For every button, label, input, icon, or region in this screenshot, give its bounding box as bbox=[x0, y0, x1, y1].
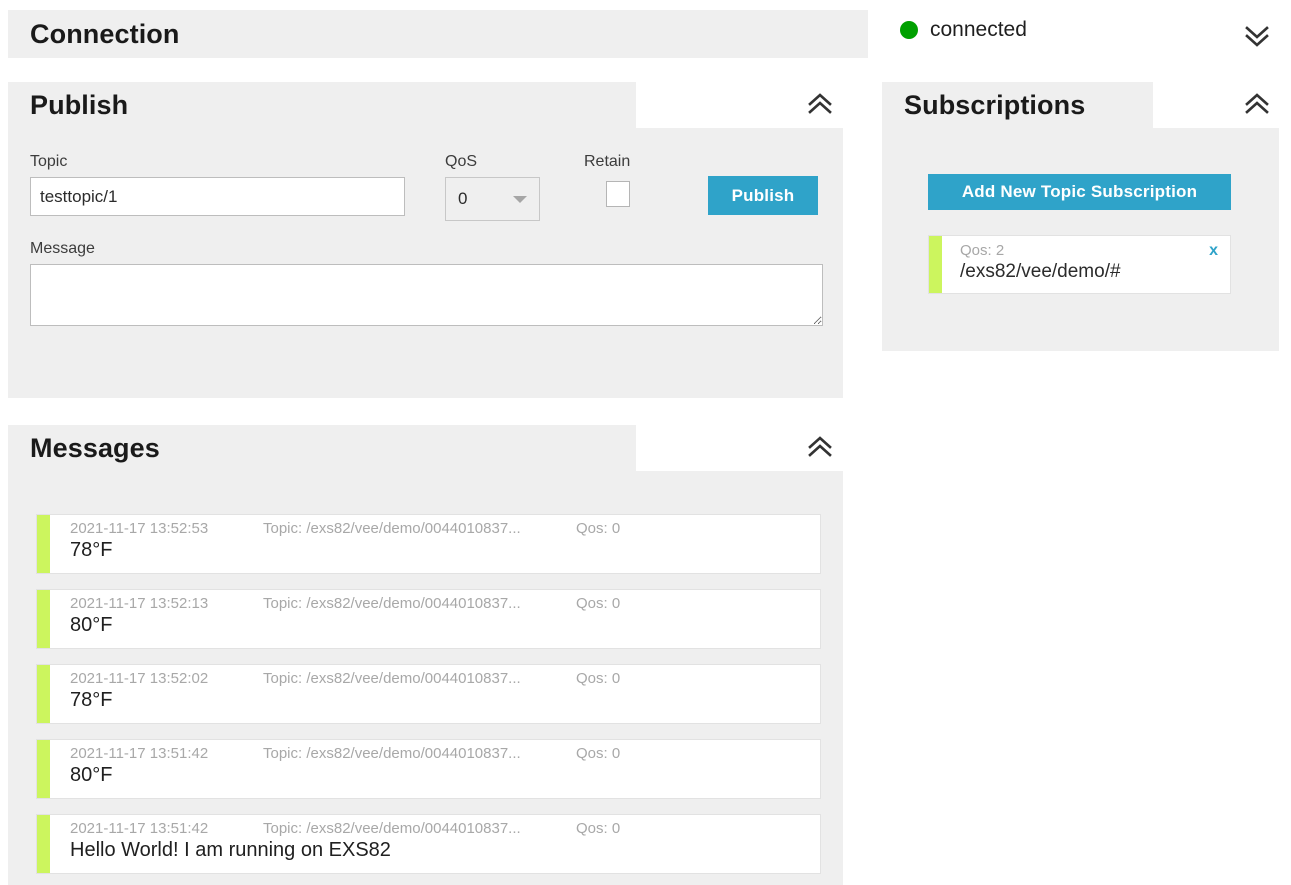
message-meta: 2021-11-17 13:52:02 Topic: /exs82/vee/dem… bbox=[70, 670, 820, 687]
subscription-content: Qos: 2 /exs82/vee/demo/# x bbox=[942, 236, 1230, 293]
publish-button[interactable]: Publish bbox=[708, 176, 818, 215]
subscriptions-panel-body: Add New Topic Subscription Qos: 2 /exs82… bbox=[882, 128, 1279, 351]
qos-field-group: QoS 0 bbox=[445, 153, 540, 221]
connection-expand-toggle[interactable] bbox=[1240, 18, 1274, 52]
publish-panel-body: Topic QoS 0 Retain Publish Message bbox=[8, 128, 843, 398]
chevron-double-up-icon bbox=[1240, 88, 1274, 122]
message-payload: 78°F bbox=[70, 689, 113, 711]
message-accent-bar bbox=[37, 590, 50, 648]
topic-field-group: Topic bbox=[30, 153, 405, 216]
message-topic: Topic: /exs82/vee/demo/0044010837... bbox=[263, 745, 521, 762]
message-topic: Topic: /exs82/vee/demo/0044010837... bbox=[263, 670, 521, 687]
messages-panel-body: 2021-11-17 13:52:53 Topic: /exs82/vee/dem… bbox=[8, 471, 843, 885]
message-content: 2021-11-17 13:51:42 Topic: /exs82/vee/dem… bbox=[50, 740, 820, 798]
message-accent-bar bbox=[37, 515, 50, 573]
message-timestamp: 2021-11-17 13:52:53 bbox=[70, 520, 209, 537]
message-textarea[interactable] bbox=[30, 264, 823, 326]
message-item[interactable]: 2021-11-17 13:52:02 Topic: /exs82/vee/dem… bbox=[36, 664, 821, 724]
subscription-accent-bar bbox=[929, 236, 942, 293]
messages-panel-header[interactable]: Messages bbox=[8, 425, 636, 471]
connection-title: Connection bbox=[30, 18, 180, 49]
message-timestamp: 2021-11-17 13:51:42 bbox=[70, 745, 209, 762]
subscriptions-collapse-toggle[interactable] bbox=[1240, 88, 1274, 122]
message-qos: Qos: 0 bbox=[576, 595, 621, 612]
message-meta: 2021-11-17 13:51:42 Topic: /exs82/vee/dem… bbox=[70, 820, 820, 837]
message-qos: Qos: 0 bbox=[576, 745, 621, 762]
remove-subscription-button[interactable]: x bbox=[1209, 242, 1218, 260]
subscription-topic: /exs82/vee/demo/# bbox=[960, 261, 1121, 282]
message-topic: Topic: /exs82/vee/demo/0044010837... bbox=[263, 820, 521, 837]
subscriptions-panel-header[interactable]: Subscriptions bbox=[882, 82, 1153, 128]
message-label: Message bbox=[30, 240, 95, 257]
chevron-down-icon bbox=[513, 196, 527, 203]
message-meta: 2021-11-17 13:51:42 Topic: /exs82/vee/dem… bbox=[70, 745, 820, 762]
message-timestamp: 2021-11-17 13:52:13 bbox=[70, 595, 209, 612]
topic-input[interactable] bbox=[30, 177, 405, 216]
connection-status-label: connected bbox=[930, 18, 1027, 41]
qos-selected-value: 0 bbox=[458, 189, 468, 208]
retain-field-group: Retain bbox=[584, 153, 630, 207]
publish-title: Publish bbox=[30, 89, 129, 120]
message-meta: 2021-11-17 13:52:53 Topic: /exs82/vee/dem… bbox=[70, 520, 820, 537]
subscription-qos: Qos: 2 bbox=[960, 242, 1005, 259]
subscription-item[interactable]: Qos: 2 /exs82/vee/demo/# x bbox=[928, 235, 1231, 294]
message-timestamp: 2021-11-17 13:52:02 bbox=[70, 670, 209, 687]
status-dot-icon bbox=[900, 21, 918, 39]
message-qos: Qos: 0 bbox=[576, 670, 621, 687]
add-new-topic-subscription-button[interactable]: Add New Topic Subscription bbox=[928, 174, 1231, 210]
message-content: 2021-11-17 13:51:42 Topic: /exs82/vee/dem… bbox=[50, 815, 820, 873]
message-content: 2021-11-17 13:52:13 Topic: /exs82/vee/dem… bbox=[50, 590, 820, 648]
message-meta: 2021-11-17 13:52:13 Topic: /exs82/vee/dem… bbox=[70, 595, 820, 612]
app-root: Connection connected Publish Topic QoS 0 bbox=[0, 0, 1291, 885]
subscriptions-title: Subscriptions bbox=[904, 89, 1086, 120]
topic-label: Topic bbox=[30, 153, 68, 170]
publish-collapse-toggle[interactable] bbox=[803, 88, 837, 122]
chevron-double-up-icon bbox=[803, 431, 837, 465]
message-payload: 80°F bbox=[70, 764, 113, 786]
message-accent-bar bbox=[37, 665, 50, 723]
chevron-double-down-icon bbox=[1240, 18, 1274, 52]
retain-label: Retain bbox=[584, 153, 631, 170]
message-item[interactable]: 2021-11-17 13:51:42 Topic: /exs82/vee/dem… bbox=[36, 814, 821, 874]
message-item[interactable]: 2021-11-17 13:52:13 Topic: /exs82/vee/dem… bbox=[36, 589, 821, 649]
connection-status: connected bbox=[900, 18, 1027, 42]
message-item[interactable]: 2021-11-17 13:51:42 Topic: /exs82/vee/dem… bbox=[36, 739, 821, 799]
message-qos: Qos: 0 bbox=[576, 820, 621, 837]
messages-title: Messages bbox=[30, 432, 160, 463]
message-payload: Hello World! I am running on EXS82 bbox=[70, 839, 391, 861]
message-content: 2021-11-17 13:52:02 Topic: /exs82/vee/dem… bbox=[50, 665, 820, 723]
message-topic: Topic: /exs82/vee/demo/0044010837... bbox=[263, 520, 521, 537]
message-qos: Qos: 0 bbox=[576, 520, 621, 537]
chevron-double-up-icon bbox=[803, 88, 837, 122]
message-content: 2021-11-17 13:52:53 Topic: /exs82/vee/dem… bbox=[50, 515, 820, 573]
publish-panel-header[interactable]: Publish bbox=[8, 82, 636, 128]
message-payload: 80°F bbox=[70, 614, 113, 636]
message-field-group: Message bbox=[30, 240, 823, 331]
messages-collapse-toggle[interactable] bbox=[803, 431, 837, 465]
retain-checkbox[interactable] bbox=[606, 181, 630, 207]
message-topic: Topic: /exs82/vee/demo/0044010837... bbox=[263, 595, 521, 612]
connection-panel-header[interactable]: Connection bbox=[8, 10, 868, 58]
message-timestamp: 2021-11-17 13:51:42 bbox=[70, 820, 209, 837]
qos-label: QoS bbox=[445, 153, 478, 170]
message-accent-bar bbox=[37, 815, 50, 873]
qos-select[interactable]: 0 bbox=[445, 177, 540, 221]
messages-list: 2021-11-17 13:52:53 Topic: /exs82/vee/dem… bbox=[36, 514, 821, 885]
message-payload: 78°F bbox=[70, 539, 113, 561]
message-accent-bar bbox=[37, 740, 50, 798]
message-item[interactable]: 2021-11-17 13:52:53 Topic: /exs82/vee/dem… bbox=[36, 514, 821, 574]
